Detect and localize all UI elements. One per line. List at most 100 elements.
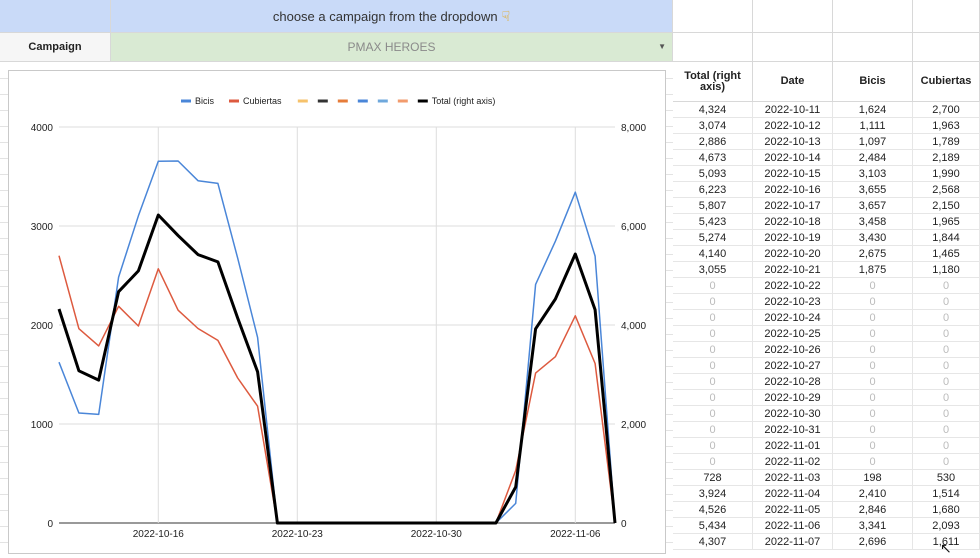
table-cell[interactable]: 2022-10-24 [753, 310, 833, 326]
cell-empty[interactable] [673, 0, 753, 33]
table-cell[interactable]: 2022-10-15 [753, 166, 833, 182]
header-total[interactable]: Total (right axis) [673, 62, 753, 102]
table-cell[interactable]: 2022-10-28 [753, 374, 833, 390]
table-cell[interactable]: 0 [913, 294, 980, 310]
table-cell[interactable]: 3,074 [673, 118, 753, 134]
table-cell[interactable]: 198 [833, 470, 913, 486]
table-cell[interactable]: 0 [913, 406, 980, 422]
table-cell[interactable]: 3,924 [673, 486, 753, 502]
table-cell[interactable]: 2022-11-05 [753, 502, 833, 518]
table-cell[interactable]: 2022-11-04 [753, 486, 833, 502]
table-cell[interactable]: 4,324 [673, 102, 753, 118]
dropdown-arrow-icon[interactable]: ▼ [658, 42, 666, 51]
cell-empty[interactable] [833, 33, 913, 62]
table-cell[interactable]: 2,886 [673, 134, 753, 150]
table-cell[interactable]: 2022-10-16 [753, 182, 833, 198]
cell-empty[interactable] [673, 33, 753, 62]
table-cell[interactable]: 2022-10-22 [753, 278, 833, 294]
table-cell[interactable]: 3,458 [833, 214, 913, 230]
table-cell[interactable]: 2022-10-18 [753, 214, 833, 230]
table-cell[interactable]: 0 [833, 342, 913, 358]
table-cell[interactable]: 0 [833, 278, 913, 294]
table-cell[interactable]: 2022-10-17 [753, 198, 833, 214]
table-cell[interactable]: 0 [913, 278, 980, 294]
table-cell[interactable]: 2,675 [833, 246, 913, 262]
table-cell[interactable]: 4,526 [673, 502, 753, 518]
table-cell[interactable]: 1,789 [913, 134, 980, 150]
table-cell[interactable]: 0 [913, 342, 980, 358]
table-cell[interactable]: 2022-11-06 [753, 518, 833, 534]
table-cell[interactable]: 0 [833, 454, 913, 470]
table-cell[interactable]: 0 [913, 390, 980, 406]
table-cell[interactable]: 4,673 [673, 150, 753, 166]
table-cell[interactable]: 3,655 [833, 182, 913, 198]
table-cell[interactable]: 0 [673, 310, 753, 326]
table-cell[interactable]: 530 [913, 470, 980, 486]
cell-a1[interactable] [0, 0, 111, 33]
table-cell[interactable]: 2022-10-11 [753, 102, 833, 118]
table-cell[interactable]: 2022-10-23 [753, 294, 833, 310]
table-cell[interactable]: 0 [673, 278, 753, 294]
table-cell[interactable]: 2022-10-31 [753, 422, 833, 438]
table-cell[interactable]: 2022-10-30 [753, 406, 833, 422]
table-cell[interactable]: 3,430 [833, 230, 913, 246]
campaign-dropdown[interactable]: PMAX HEROES ▼ [111, 33, 673, 62]
table-cell[interactable]: 728 [673, 470, 753, 486]
table-cell[interactable]: 1,990 [913, 166, 980, 182]
table-cell[interactable]: 0 [913, 454, 980, 470]
table-cell[interactable]: 2,410 [833, 486, 913, 502]
table-cell[interactable]: 5,274 [673, 230, 753, 246]
table-cell[interactable]: 4,140 [673, 246, 753, 262]
table-cell[interactable]: 0 [673, 454, 753, 470]
table-cell[interactable]: 1,097 [833, 134, 913, 150]
table-cell[interactable]: 0 [833, 294, 913, 310]
table-cell[interactable]: 0 [673, 406, 753, 422]
table-cell[interactable]: 0 [913, 310, 980, 326]
table-cell[interactable]: 5,434 [673, 518, 753, 534]
table-cell[interactable]: 1,624 [833, 102, 913, 118]
table-cell[interactable]: 4,307 [673, 534, 753, 550]
table-cell[interactable]: 0 [673, 390, 753, 406]
header-date[interactable]: Date [753, 62, 833, 102]
table-cell[interactable]: 2022-11-02 [753, 454, 833, 470]
table-cell[interactable]: 1,844 [913, 230, 980, 246]
table-cell[interactable]: 0 [833, 310, 913, 326]
table-cell[interactable]: 0 [833, 358, 913, 374]
table-cell[interactable]: 0 [673, 438, 753, 454]
cell-empty[interactable] [913, 33, 980, 62]
header-bicis[interactable]: Bicis [833, 62, 913, 102]
table-cell[interactable]: 2022-10-26 [753, 342, 833, 358]
cell-empty[interactable] [913, 0, 980, 33]
table-cell[interactable]: 2022-11-03 [753, 470, 833, 486]
table-cell[interactable]: 2022-10-14 [753, 150, 833, 166]
header-cubiertas[interactable]: Cubiertas [913, 62, 980, 102]
table-cell[interactable]: 0 [833, 374, 913, 390]
table-cell[interactable]: 2022-10-20 [753, 246, 833, 262]
table-cell[interactable]: 1,965 [913, 214, 980, 230]
table-cell[interactable]: 2,093 [913, 518, 980, 534]
table-cell[interactable]: 2,568 [913, 182, 980, 198]
table-cell[interactable]: 1,875 [833, 262, 913, 278]
table-cell[interactable]: 0 [833, 326, 913, 342]
table-cell[interactable]: 2022-10-19 [753, 230, 833, 246]
table-cell[interactable]: 0 [673, 374, 753, 390]
table-cell[interactable]: 0 [913, 358, 980, 374]
table-cell[interactable]: 2,150 [913, 198, 980, 214]
cell-empty[interactable] [833, 0, 913, 33]
table-cell[interactable]: 2022-10-21 [753, 262, 833, 278]
table-cell[interactable]: 5,093 [673, 166, 753, 182]
table-cell[interactable]: 1,963 [913, 118, 980, 134]
table-cell[interactable]: 0 [673, 326, 753, 342]
table-cell[interactable]: 2022-10-13 [753, 134, 833, 150]
table-cell[interactable]: 0 [833, 390, 913, 406]
table-cell[interactable]: 0 [833, 422, 913, 438]
table-cell[interactable]: 0 [913, 422, 980, 438]
table-cell[interactable]: 2022-11-07 [753, 534, 833, 550]
table-cell[interactable]: 0 [913, 374, 980, 390]
table-cell[interactable]: 0 [833, 406, 913, 422]
table-cell[interactable]: 1,680 [913, 502, 980, 518]
table-cell[interactable]: 2,696 [833, 534, 913, 550]
table-cell[interactable]: 0 [913, 438, 980, 454]
table-cell[interactable]: 6,223 [673, 182, 753, 198]
table-cell[interactable]: 5,807 [673, 198, 753, 214]
